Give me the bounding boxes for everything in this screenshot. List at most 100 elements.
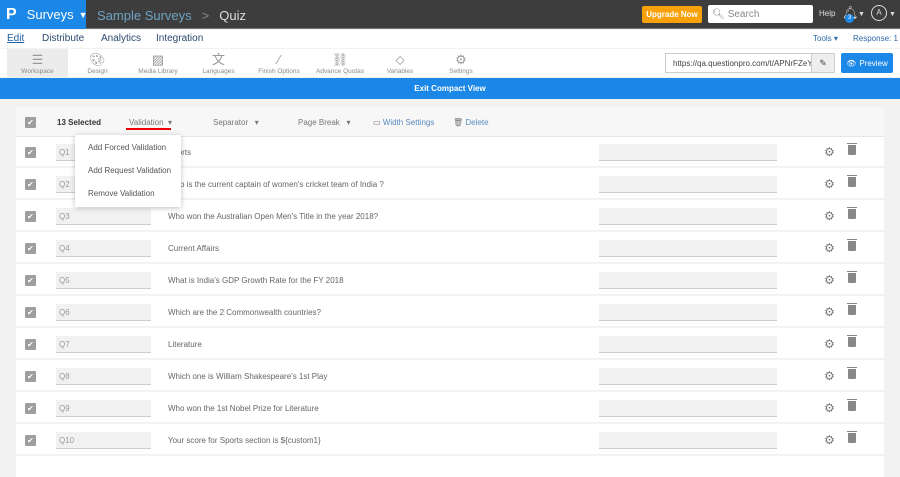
menu-analytics[interactable]: Analytics [101,33,141,44]
question-checkbox[interactable]: ✔ [25,179,36,190]
menu-edit[interactable]: Edit [7,33,24,44]
question-text[interactable]: Who is the current captain of women's cr… [168,180,384,189]
selected-count: 13 Selected [57,118,102,127]
trash-icon[interactable] [847,303,857,315]
question-text[interactable]: What is India's GDP Growth Rate for the … [168,276,344,285]
trash-icon[interactable] [847,431,857,443]
answer-input[interactable] [599,208,777,225]
gear-icon[interactable]: ⚙︎ [824,337,835,351]
answer-input[interactable] [599,432,777,449]
validation-dropdown[interactable]: Validation ▾ [129,118,172,127]
answer-input[interactable] [599,176,777,193]
active-underline [126,128,171,130]
trash-icon[interactable] [847,175,857,187]
preview-button[interactable]: 👁︎ Preview [841,53,893,73]
caret-down-icon[interactable]: ▼ [889,11,896,18]
question-code-input[interactable]: Q4 [56,240,151,257]
page-break-dropdown[interactable]: Page Break ▾ [298,118,351,127]
question-checkbox[interactable]: ✔ [25,275,36,286]
trash-icon[interactable] [847,207,857,219]
menu-integration[interactable]: Integration [156,33,203,44]
trash-icon[interactable] [847,239,857,251]
toolbar-finish-options[interactable]: ⁄ Finish Options [252,49,306,77]
toolbar-design[interactable]: 🎨︎ Design [75,49,120,77]
question-checkbox[interactable]: ✔ [25,403,36,414]
menu-add-forced-validation[interactable]: Add Forced Validation [88,143,166,152]
toolbar-settings[interactable]: ⚙︎ Settings [443,49,479,77]
question-text[interactable]: Your score for Sports section is ${custo… [168,436,321,445]
gear-icon[interactable]: ⚙︎ [824,433,835,447]
question-checkbox[interactable]: ✔ [25,371,36,382]
translate-icon: 文 [211,52,225,67]
menu-remove-validation[interactable]: Remove Validation [88,189,155,198]
toolbar-variables[interactable]: ⬦ Variables [380,49,420,77]
question-code-input[interactable]: Q3 [56,208,151,225]
search-input[interactable]: 🔍︎ Search [708,5,813,23]
separator-dropdown[interactable]: Separator ▾ [213,118,259,127]
trash-icon[interactable] [847,399,857,411]
gear-icon[interactable]: ⚙︎ [824,241,835,255]
trash-icon[interactable] [847,335,857,347]
gear-icon[interactable]: ⚙︎ [824,273,835,287]
gear-icon[interactable]: ⚙︎ [824,209,835,223]
question-text[interactable]: Who won the Australian Open Men's Title … [168,212,378,221]
answer-input[interactable] [599,368,777,385]
question-text[interactable]: Which one is William Shakespeare's 1st P… [168,372,327,381]
delete-selected-button[interactable]: 🗑︎ Delete [453,118,489,127]
breadcrumb-folder[interactable]: Sample Surveys [97,8,192,23]
answer-input[interactable] [599,272,777,289]
question-code-input[interactable]: Q5 [56,272,151,289]
caret-down-icon[interactable]: ▼ [858,11,865,18]
question-code-input[interactable]: Q6 [56,304,151,321]
question-code-input[interactable]: Q7 [56,336,151,353]
answer-input[interactable] [599,240,777,257]
answer-input[interactable] [599,144,777,161]
question-checkbox[interactable]: ✔ [25,147,36,158]
trash-icon[interactable] [847,367,857,379]
product-switcher[interactable]: P Surveys ▼ [0,0,88,29]
pencil-icon[interactable]: ✎ [811,54,834,72]
question-code-input[interactable]: Q8 [56,368,151,385]
gear-icon[interactable]: ⚙︎ [824,305,835,319]
help-link[interactable]: Help [819,9,835,18]
trash-icon[interactable] [847,143,857,155]
question-checkbox[interactable]: ✔ [25,435,36,446]
toolbar-advance-quotas[interactable]: ⛓︎ Advance Quotas [313,49,367,77]
question-code-input[interactable]: Q9 [56,400,151,417]
avatar[interactable]: A [871,5,887,21]
question-checkbox[interactable]: ✔ [25,339,36,350]
response-count[interactable]: Response: 1 [853,34,898,43]
toolbar-media-library[interactable]: ▨ Media Library [130,49,186,77]
question-text[interactable]: Which are the 2 Commonwealth countries? [168,308,321,317]
question-text[interactable]: Literature [168,340,202,349]
gear-icon[interactable]: ⚙︎ [824,369,835,383]
tools-menu[interactable]: Tools ▾ [813,34,838,43]
exit-compact-view-button[interactable]: Exit Compact View [0,78,900,99]
answer-input[interactable] [599,304,777,321]
question-text[interactable]: Current Affairs [168,244,219,253]
answer-input[interactable] [599,400,777,417]
select-all-checkbox[interactable]: ✔ [25,117,36,128]
gear-icon[interactable]: ⚙︎ [824,177,835,191]
menu-distribute[interactable]: Distribute [42,33,84,44]
question-row: ✔ Q7 Literature ⚙︎ [16,329,884,360]
search-icon: 🔍︎ [712,8,725,20]
validation-menu: Add Forced Validation Add Request Valida… [75,135,181,207]
survey-url-field[interactable]: https://qa.questionpro.com/t/APNrFZeY ✎ [665,53,835,73]
gear-icon: ⚙︎ [455,52,467,67]
gear-icon[interactable]: ⚙︎ [824,401,835,415]
answer-input[interactable] [599,336,777,353]
trash-icon[interactable] [847,271,857,283]
logo: P [6,5,17,23]
question-text[interactable]: Who won the 1st Nobel Prize for Literatu… [168,404,319,413]
toolbar-workspace[interactable]: ☰ Workspace [7,49,68,77]
gear-icon[interactable]: ⚙︎ [824,145,835,159]
width-settings-button[interactable]: ▭ Width Settings [373,118,434,127]
question-checkbox[interactable]: ✔ [25,243,36,254]
question-checkbox[interactable]: ✔ [25,211,36,222]
menu-add-request-validation[interactable]: Add Request Validation [88,166,171,175]
question-code-input[interactable]: Q10 [56,432,151,449]
question-checkbox[interactable]: ✔ [25,307,36,318]
toolbar-languages[interactable]: 文 Languages [196,49,241,77]
upgrade-button[interactable]: Upgrade Now [642,6,702,23]
